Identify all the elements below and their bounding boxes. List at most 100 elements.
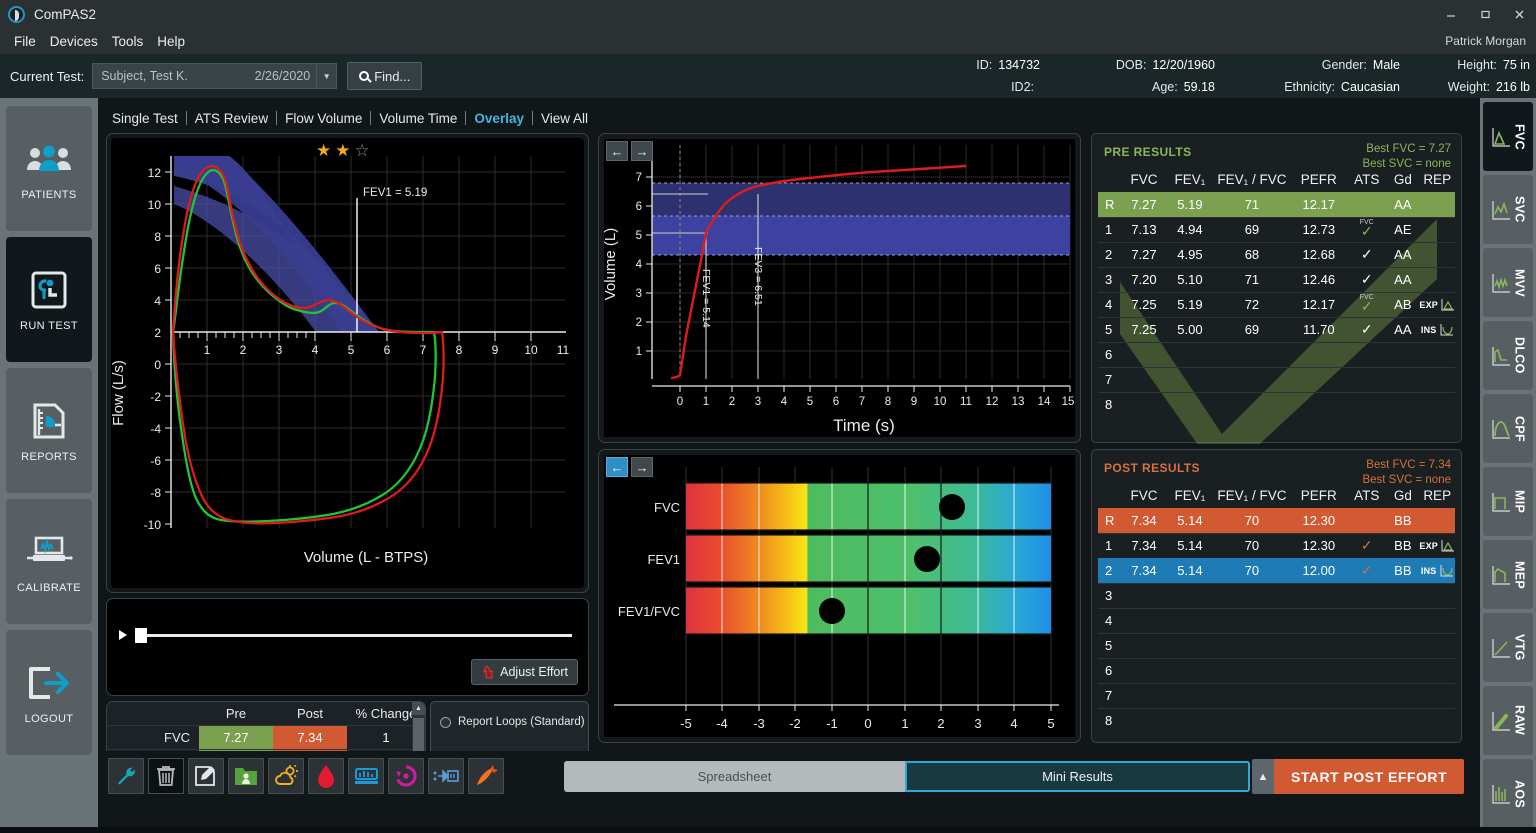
test-type-mep[interactable]: MEP: [1483, 540, 1533, 609]
next-metric-button[interactable]: →: [631, 457, 653, 477]
table-row[interactable]: 1 7.13 4.94 69 12.73 FVC ✓ AE: [1098, 216, 1455, 242]
sidebar-item-patients[interactable]: PATIENTS: [6, 106, 92, 231]
cell-ratio: 68: [1213, 241, 1291, 267]
zscore-svg: FVCFEV1FEV1/FVC -5 -4 -3 -2 -1 0 1 2 3 4…: [614, 467, 1059, 731]
table-row[interactable]: 8: [1098, 391, 1455, 417]
patient-id2-label: ID2:: [1011, 80, 1034, 94]
tab-overlay[interactable]: Overlay: [466, 111, 532, 126]
expiratory-loop-icon: [1441, 540, 1454, 552]
test-type-aos[interactable]: AOS: [1483, 759, 1533, 828]
cell-rep: [1419, 391, 1455, 417]
svg-text:0: 0: [864, 716, 871, 731]
table-row[interactable]: 3: [1098, 582, 1455, 608]
delete-tool-button[interactable]: [148, 758, 184, 794]
svg-text:FEV1/FVC: FEV1/FVC: [618, 604, 680, 619]
table-row[interactable]: 5: [1098, 632, 1455, 658]
previous-effort-button[interactable]: ←: [606, 141, 628, 161]
play-icon[interactable]: [119, 630, 127, 640]
cell-rep: [1419, 632, 1455, 658]
menu-bar: File Devices Tools Help: [0, 28, 1536, 54]
table-row[interactable]: 5 7.25 5.00 69 11.70 ✓ AA INS: [1098, 316, 1455, 342]
test-type-aos-label: AOS: [1512, 779, 1527, 808]
scroll-up-icon[interactable]: ▲: [412, 702, 425, 715]
tab-flow-volume[interactable]: Flow Volume: [277, 111, 370, 126]
chevron-down-icon[interactable]: ▼: [316, 64, 336, 88]
cell-ats: [1347, 191, 1387, 217]
test-type-mip[interactable]: MIP: [1483, 467, 1533, 536]
tab-view-all[interactable]: View All: [533, 111, 596, 126]
table-row[interactable]: 3 7.20 5.10 71 12.46 ✓ AA: [1098, 266, 1455, 292]
carrot-icon: [477, 765, 498, 785]
menu-file[interactable]: File: [7, 32, 43, 51]
test-type-cpf-label: CPF: [1512, 415, 1527, 442]
test-type-fvc[interactable]: FVC: [1483, 102, 1533, 171]
cell-pefr: 12.17: [1290, 191, 1348, 217]
tab-single-test[interactable]: Single Test: [108, 111, 186, 126]
post-results-title: POST RESULTS: [1104, 461, 1200, 475]
table-row[interactable]: 7: [1098, 366, 1455, 392]
adjust-effort-label: Adjust Effort: [500, 665, 568, 679]
menu-help[interactable]: Help: [150, 32, 192, 51]
maximize-button[interactable]: [1468, 0, 1502, 28]
test-type-mvv-label: MVV: [1512, 268, 1527, 297]
edit-tool-button[interactable]: [188, 758, 224, 794]
test-type-cpf[interactable]: CPF: [1483, 394, 1533, 463]
sidebar-item-reports[interactable]: REPORTS: [6, 368, 92, 493]
environment-tool-button[interactable]: [268, 758, 304, 794]
cell-fev1: [1166, 657, 1214, 683]
sensor-tool-button[interactable]: [428, 758, 464, 794]
table-row[interactable]: 7: [1098, 682, 1455, 708]
star-filled-icon: ★: [316, 141, 332, 160]
sidebar-item-calibrate[interactable]: CALIBRATE: [6, 499, 92, 624]
table-row[interactable]: 8: [1098, 707, 1455, 733]
expand-caret-icon[interactable]: ▲: [1251, 759, 1274, 794]
table-row[interactable]: R 7.27 5.19 71 12.17 AA: [1098, 191, 1455, 217]
table-row[interactable]: 6: [1098, 657, 1455, 683]
pp-col-post: Post: [296, 705, 323, 721]
effort-slider-handle[interactable]: [135, 628, 147, 643]
table-row[interactable]: 4 7.25 5.19 72 12.17 FVC ✓ AB EXP: [1098, 291, 1455, 317]
post-results-table: FVC FEV₁ FEV₁ / FVC PEFR ATS Gd REP R 7.…: [1098, 484, 1455, 733]
tab-ats-review[interactable]: ATS Review: [187, 111, 276, 126]
current-test-select[interactable]: Subject, Test K. 2/26/2020 ▼: [92, 63, 338, 89]
table-row[interactable]: 1 7.34 5.14 70 12.30 ✓ BB EXP: [1098, 532, 1455, 558]
cell-ratio: [1213, 582, 1291, 608]
logout-icon: [25, 660, 73, 706]
table-row[interactable]: 4: [1098, 607, 1455, 633]
test-type-dlco[interactable]: DLCO: [1483, 321, 1533, 390]
table-row[interactable]: 2 7.34 5.14 70 12.00 ✓ BB INS: [1098, 557, 1455, 583]
calibration-tool-button[interactable]: [348, 758, 384, 794]
sidebar-item-run-test[interactable]: RUN TEST: [6, 237, 92, 362]
settings-tool-button[interactable]: [108, 758, 144, 794]
test-type-vtg[interactable]: VTG: [1483, 613, 1533, 682]
menu-devices[interactable]: Devices: [43, 32, 105, 51]
radio-icon[interactable]: [440, 716, 451, 728]
patient-folder-tool-button[interactable]: [228, 758, 264, 794]
test-type-svc[interactable]: SVC: [1483, 175, 1533, 244]
tab-volume-time[interactable]: Volume Time: [371, 111, 465, 126]
find-button[interactable]: Find...: [347, 62, 423, 90]
menu-tools[interactable]: Tools: [105, 32, 151, 51]
table-row[interactable]: 6: [1098, 341, 1455, 367]
effort-slider-track[interactable]: [135, 634, 572, 637]
next-effort-button[interactable]: →: [631, 141, 653, 161]
table-row[interactable]: R 7.34 5.14 70 12.30 BB: [1098, 507, 1455, 533]
blood-gas-tool-button[interactable]: [308, 758, 344, 794]
nutrition-tool-button[interactable]: [468, 758, 504, 794]
sidebar-item-logout[interactable]: LOGOUT: [6, 630, 92, 755]
test-type-raw[interactable]: RAW: [1483, 686, 1533, 755]
previous-metric-button[interactable]: ←: [606, 457, 628, 477]
mini-results-tab[interactable]: Mini Results: [905, 761, 1250, 792]
minimize-button[interactable]: [1434, 0, 1468, 28]
svg-text:0: 0: [154, 358, 161, 372]
test-type-mvv[interactable]: MVV: [1483, 248, 1533, 317]
adjust-effort-button[interactable]: Adjust Effort: [471, 659, 578, 685]
cell-fev1: [1166, 707, 1214, 733]
pp-pre-value: 7.27: [199, 724, 273, 749]
table-row[interactable]: 2 7.27 4.95 68 12.68 ✓ AA: [1098, 241, 1455, 267]
spreadsheet-tab[interactable]: Spreadsheet: [564, 761, 905, 792]
undo-tool-button[interactable]: [388, 758, 424, 794]
start-post-effort-button[interactable]: ▲ START POST EFFORT: [1251, 759, 1464, 794]
report-loops-standard-option[interactable]: Report Loops (Standard): [440, 716, 585, 728]
close-button[interactable]: [1502, 0, 1536, 28]
